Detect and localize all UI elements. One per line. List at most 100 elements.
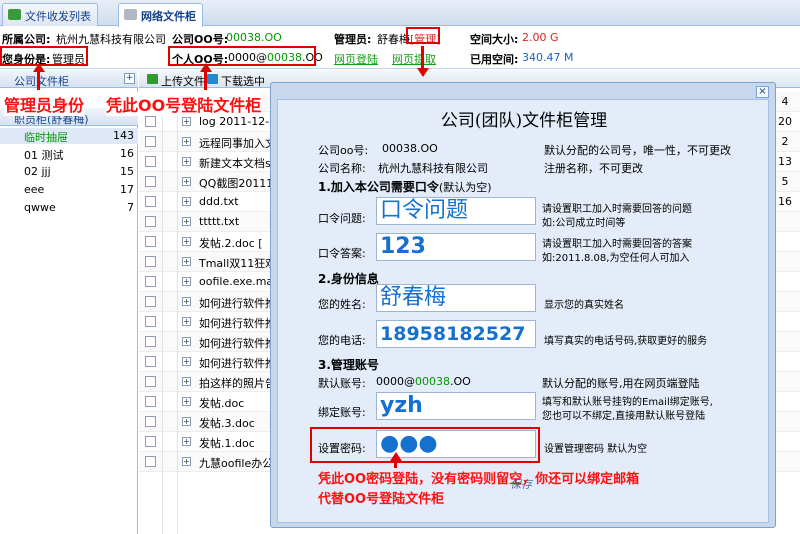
bind-account-hint: 填写和默认账号挂钩的Email绑定账号, 您也可以不绑定,直接用默认账号登陆: [542, 396, 713, 424]
expand-icon[interactable]: +: [182, 377, 191, 386]
expand-icon[interactable]: +: [182, 417, 191, 426]
file-checkbox[interactable]: [145, 456, 156, 467]
file-checkbox[interactable]: [145, 236, 156, 247]
password-hint: 设置管理密码 默认为空: [544, 444, 648, 455]
dialog-body: 公司(团队)文件柜管理 公司oo号: 00038.OO 默认分配的公司号，唯一性…: [277, 99, 769, 523]
annotation-arrow-stem: [204, 70, 207, 90]
annotation-arrow-stem: [394, 460, 397, 468]
file-checkbox[interactable]: [145, 356, 156, 367]
annotation-arrow-down: [417, 68, 429, 77]
column-divider: [162, 92, 163, 534]
file-name: ttttt.txt: [199, 215, 240, 228]
file-name: 发帖.doc: [199, 397, 245, 410]
file-name: ddd.txt: [199, 195, 239, 208]
upload-label: 上传文件: [161, 75, 205, 88]
file-name: 发帖.1.doc: [199, 437, 255, 450]
download-button[interactable]: 下载选中: [207, 73, 265, 89]
name-input[interactable]: 舒春梅: [376, 284, 536, 312]
drawer-item[interactable]: 01 测试 16: [0, 146, 138, 162]
name-hint: 显示您的真实姓名: [544, 300, 624, 311]
add-icon[interactable]: +: [124, 73, 135, 84]
expand-icon[interactable]: +: [182, 217, 191, 226]
answer-label: 口令答案:: [318, 247, 366, 260]
drawer-item[interactable]: 临时抽屉 143: [0, 128, 138, 144]
default-account-prefix: 0000@: [376, 375, 415, 388]
file-checkbox[interactable]: [145, 136, 156, 147]
dialog-title: 公司(团队)文件柜管理: [440, 111, 608, 131]
company-cabinet-header[interactable]: 公司文件柜 +: [0, 70, 138, 88]
close-icon[interactable]: ×: [756, 86, 769, 98]
expand-icon[interactable]: +: [182, 177, 191, 186]
drawer-item[interactable]: 02 jjj 15: [0, 164, 138, 180]
file-checkbox[interactable]: [145, 316, 156, 327]
drawer-name: qwwe: [24, 201, 56, 214]
expand-icon[interactable]: +: [182, 257, 191, 266]
upload-icon: [147, 74, 158, 84]
expand-icon[interactable]: +: [182, 197, 191, 206]
file-checkbox[interactable]: [145, 276, 156, 287]
expand-icon[interactable]: +: [182, 137, 191, 146]
expand-icon[interactable]: +: [182, 237, 191, 246]
file-checkbox[interactable]: [145, 416, 156, 427]
used-value: 340.47 M: [522, 51, 574, 64]
file-name: 如何进行软件推: [199, 337, 276, 350]
drawer-item[interactable]: qwwe 7: [0, 200, 138, 216]
expand-icon[interactable]: +: [182, 117, 191, 126]
file-checkbox[interactable]: [145, 176, 156, 187]
expand-icon[interactable]: +: [182, 317, 191, 326]
file-checkbox[interactable]: [145, 376, 156, 387]
tab-network-cabinet[interactable]: 网络文件柜: [118, 3, 203, 27]
file-name: 如何进行软件推: [199, 357, 276, 370]
expand-icon[interactable]: +: [182, 397, 191, 406]
file-checkbox[interactable]: [145, 256, 156, 267]
annotation-login-hint: 凭此OO号登陆文件柜: [106, 92, 262, 116]
expand-icon[interactable]: +: [182, 457, 191, 466]
file-name: 九慧oofile办公: [199, 457, 274, 470]
expand-icon[interactable]: +: [182, 157, 191, 166]
answer-input[interactable]: 123: [376, 233, 536, 261]
tab-file-transfer[interactable]: 文件收发列表: [2, 3, 98, 26]
file-checkbox[interactable]: [145, 116, 156, 127]
company-name-value: 杭州九慧科技有限公司: [378, 162, 488, 175]
expand-icon[interactable]: +: [182, 337, 191, 346]
drawer-name: 02 jjj: [24, 165, 51, 178]
annotation-password-note: 凭此OO密码登陆，没有密码则留空，你还可以绑定邮箱 代替OO号登陆文件柜: [318, 470, 639, 510]
drawer-count: 17: [120, 183, 134, 196]
drawer-count: 15: [120, 165, 134, 178]
annotation-arrow-up: [200, 63, 212, 72]
annotation-admin-identity: 管理员身份: [4, 92, 85, 116]
web-fetch-link[interactable]: 网页提取: [392, 51, 436, 67]
file-checkbox[interactable]: [145, 396, 156, 407]
bind-account-hint-line2: 您也可以不绑定,直接用默认账号登陆: [542, 411, 706, 422]
file-checkbox[interactable]: [145, 156, 156, 167]
phone-input[interactable]: 18958182527: [376, 320, 536, 348]
drawer-item[interactable]: eee 17: [0, 182, 138, 198]
file-checkbox[interactable]: [145, 296, 156, 307]
cabinet-management-dialog: × 公司(团队)文件柜管理 公司oo号: 00038.OO 默认分配的公司号，唯…: [270, 82, 776, 528]
admin-label: 管理员:: [334, 33, 372, 46]
default-account-hint: 默认分配的账号,用在网页端登陆: [542, 377, 700, 390]
drawer-count: 143: [113, 129, 134, 142]
file-name: oofile.exe.man: [199, 275, 281, 288]
web-login-link[interactable]: 网页登陆: [334, 51, 378, 67]
expand-icon[interactable]: +: [182, 437, 191, 446]
section-identity: 2.身份信息: [318, 272, 379, 286]
question-input[interactable]: 口令问题: [376, 197, 536, 225]
file-name: 如何进行软件推: [199, 297, 276, 310]
company-name: 杭州九慧科技有限公司: [56, 33, 166, 46]
expand-icon[interactable]: +: [182, 277, 191, 286]
file-checkbox[interactable]: [145, 216, 156, 227]
file-name: 发帖.3.doc: [199, 417, 255, 430]
file-checkbox[interactable]: [145, 336, 156, 347]
file-checkbox[interactable]: [145, 196, 156, 207]
company-label: 所属公司:: [2, 33, 51, 46]
expand-icon[interactable]: +: [182, 297, 191, 306]
expand-icon[interactable]: +: [182, 357, 191, 366]
annotation-arrow-up: [390, 452, 402, 461]
annotation-arrow-stem: [37, 70, 40, 90]
space-value: 2.00 G: [522, 31, 559, 44]
section-join-password: 1.加入本公司需要口令(默认为空): [318, 178, 492, 195]
file-checkbox[interactable]: [145, 436, 156, 447]
upload-button[interactable]: 上传文件: [147, 73, 205, 89]
bind-account-input[interactable]: yzh: [376, 392, 536, 420]
